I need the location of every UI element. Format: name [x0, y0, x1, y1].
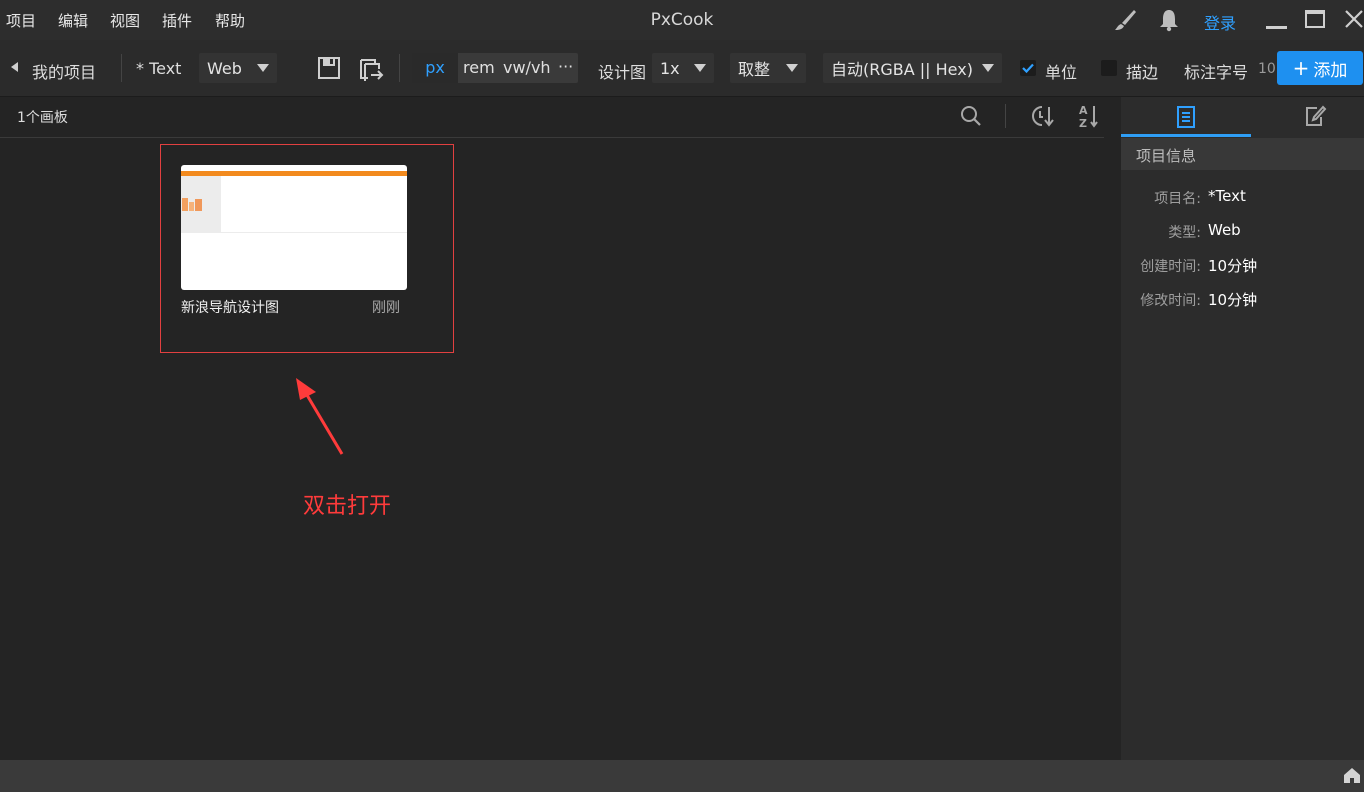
- sort-by-time-icon[interactable]: [1028, 103, 1056, 129]
- maximize-button[interactable]: [1305, 10, 1325, 28]
- chevron-down-icon: [257, 64, 269, 72]
- info-section-title: 项目信息: [1136, 147, 1197, 165]
- document-icon[interactable]: [1176, 105, 1196, 129]
- artboard-modified-time: 刚刚: [372, 300, 400, 316]
- scale-select[interactable]: 1x: [652, 53, 714, 83]
- minimize-button[interactable]: [1266, 26, 1287, 29]
- svg-text:A: A: [1079, 104, 1088, 117]
- search-icon[interactable]: [960, 105, 982, 127]
- rounding-select-value: 取整: [738, 60, 771, 79]
- export-icon[interactable]: [358, 56, 384, 82]
- toolbar-divider: [399, 54, 400, 82]
- brush-icon[interactable]: [1112, 8, 1138, 32]
- color-format-select-value: 自动(RGBA || Hex): [831, 60, 973, 79]
- bell-icon[interactable]: [1158, 8, 1180, 32]
- rounding-select[interactable]: 取整: [730, 53, 806, 83]
- menu-item-help[interactable]: 帮助: [215, 10, 245, 31]
- plus-icon: +: [1292, 56, 1310, 80]
- scale-select-value: 1x: [660, 58, 680, 78]
- platform-select[interactable]: Web: [199, 53, 277, 83]
- info-value-name: *Text: [1208, 187, 1246, 205]
- info-value-modified: 10分钟: [1208, 291, 1258, 309]
- chevron-down-icon: [694, 64, 706, 72]
- color-format-select[interactable]: 自动(RGBA || Hex): [823, 53, 1002, 83]
- thumbnail-logo-mark: [195, 199, 202, 211]
- info-label-modified: 修改时间:: [1140, 293, 1201, 309]
- project-name: * Text: [136, 59, 182, 78]
- artboard-thumbnail[interactable]: [181, 165, 407, 290]
- menu-item-plugins[interactable]: 插件: [162, 10, 192, 31]
- menu-item-view[interactable]: 视图: [110, 10, 140, 31]
- home-icon[interactable]: [1342, 765, 1362, 785]
- close-button[interactable]: [1344, 8, 1364, 30]
- login-link[interactable]: 登录: [1204, 10, 1236, 34]
- tab-active-indicator: [1121, 134, 1251, 137]
- unit-rem-tab[interactable]: rem: [463, 53, 495, 83]
- info-label-name: 项目名:: [1154, 191, 1201, 207]
- annotation-text: 双击打开: [303, 494, 392, 519]
- stroke-checkbox[interactable]: [1101, 60, 1117, 76]
- info-label-created: 创建时间:: [1140, 259, 1201, 275]
- chevron-down-icon: [786, 64, 798, 72]
- svg-text:Z: Z: [1079, 117, 1087, 129]
- menu-item-edit[interactable]: 编辑: [58, 10, 88, 31]
- font-size-value[interactable]: 10: [1258, 61, 1276, 77]
- info-value-type: Web: [1208, 221, 1241, 239]
- platform-select-value: Web: [207, 58, 242, 78]
- status-bar: [0, 760, 1364, 792]
- unit-more-button[interactable]: ···: [558, 53, 573, 83]
- font-size-label: 标注字号: [1184, 63, 1249, 82]
- artboard-count: 1个画板: [17, 110, 68, 126]
- header-divider: [1005, 104, 1006, 128]
- thumbnail-logo-mark: [182, 198, 188, 211]
- chevron-down-icon: [982, 64, 994, 72]
- stroke-checkbox-label: 描边: [1126, 63, 1159, 82]
- artboard-title[interactable]: 新浪导航设计图: [181, 297, 279, 317]
- unit-px-tab[interactable]: px: [412, 53, 458, 83]
- back-to-projects-link[interactable]: 我的项目: [32, 59, 96, 83]
- unit-vw-tab[interactable]: vw/vh: [503, 53, 551, 83]
- unit-checkbox-label: 单位: [1045, 63, 1078, 82]
- add-button[interactable]: + 添加: [1277, 51, 1363, 85]
- thumbnail-divider: [181, 232, 407, 233]
- info-value-created: 10分钟: [1208, 257, 1258, 275]
- save-icon[interactable]: [317, 56, 341, 80]
- thumbnail-logo-mark: [189, 202, 194, 211]
- unit-checkbox[interactable]: [1020, 60, 1036, 76]
- design-label: 设计图: [598, 63, 647, 82]
- edit-icon[interactable]: [1303, 104, 1327, 128]
- info-label-type: 类型:: [1168, 225, 1201, 241]
- add-button-label: 添加: [1313, 60, 1348, 81]
- menu-item-project[interactable]: 项目: [6, 10, 36, 31]
- back-arrow-icon[interactable]: [11, 62, 18, 72]
- sort-az-icon[interactable]: AZ: [1077, 103, 1101, 130]
- artboard-list-header: [0, 97, 1104, 138]
- annotation-arrow: [290, 376, 350, 458]
- toolbar-divider: [121, 54, 122, 82]
